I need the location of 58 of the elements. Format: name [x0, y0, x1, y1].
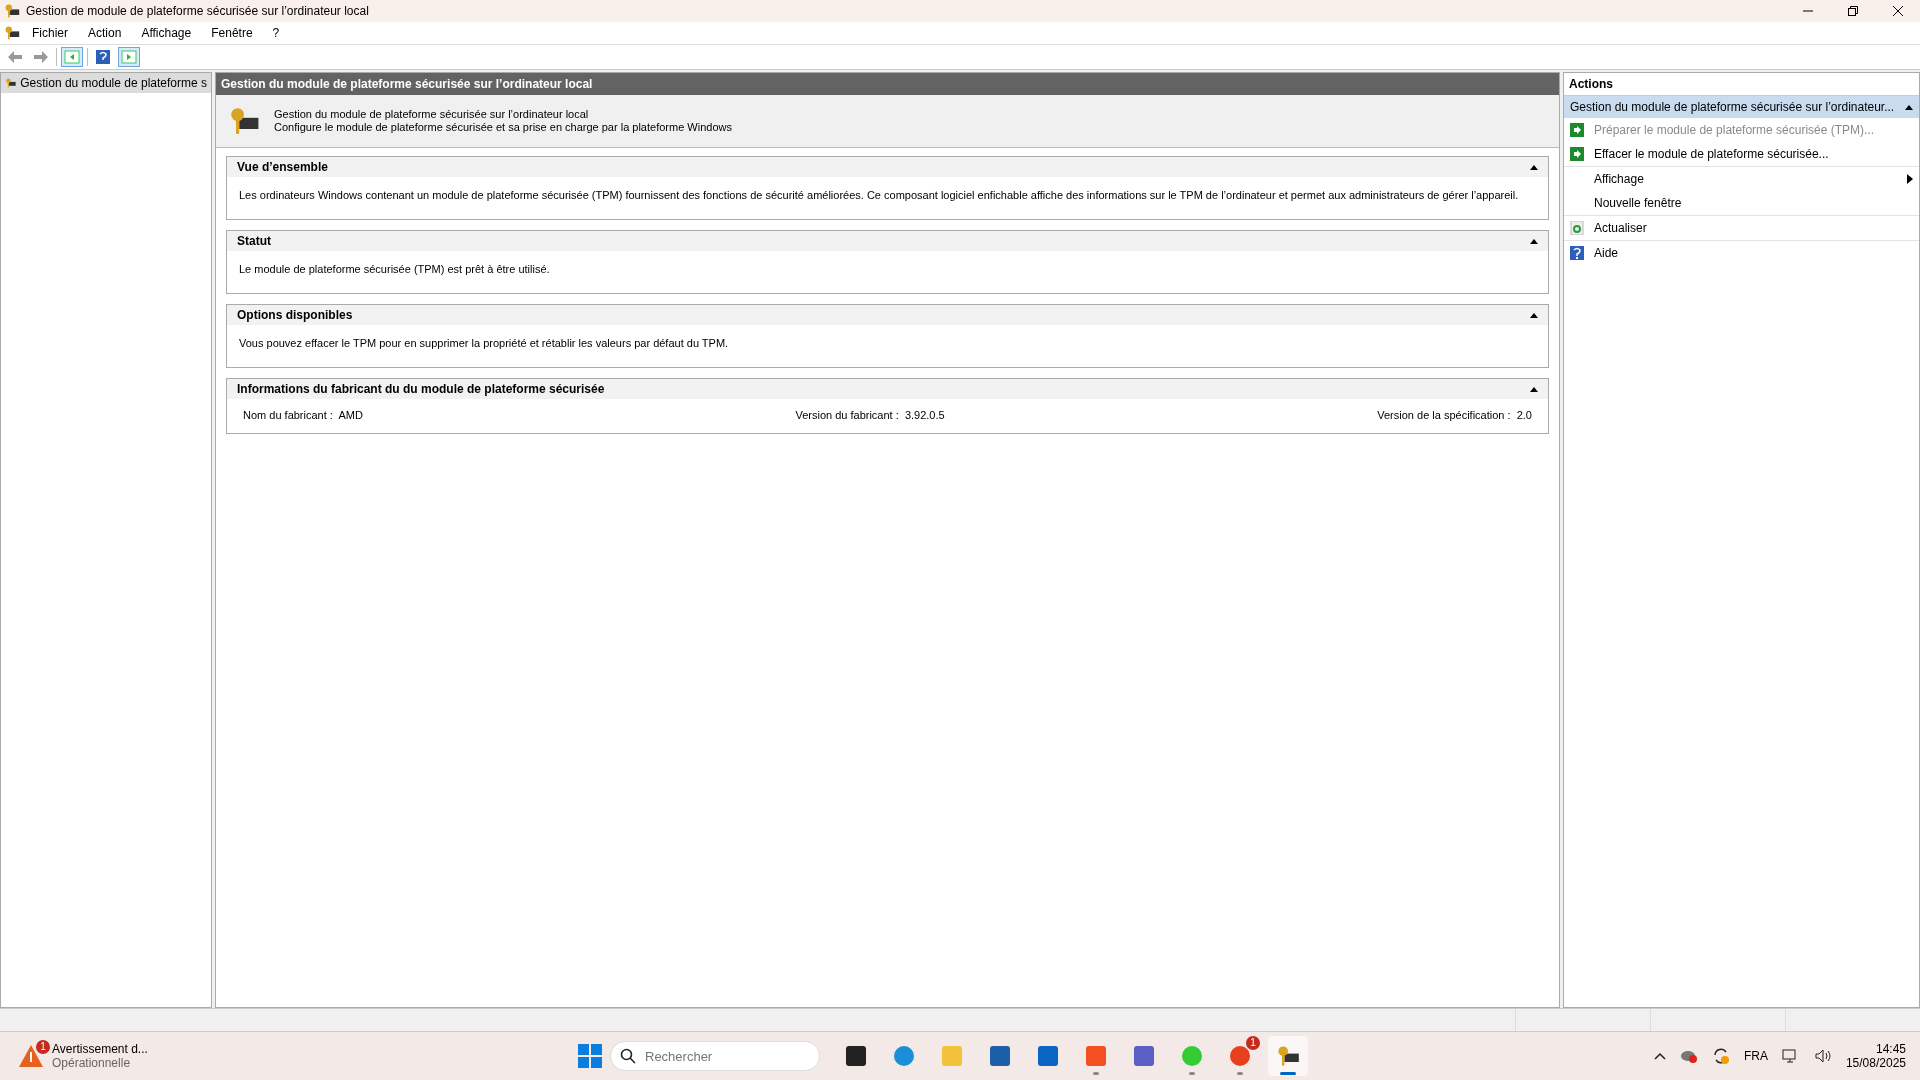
menu-item[interactable]: Fenêtre [203, 24, 261, 42]
running-indicator [1189, 1072, 1195, 1075]
section-title: Informations du fabricant du du module de plateforme sécurisée [237, 382, 605, 396]
action-link[interactable]: Effacer le module de plateforme sécurisée... [1564, 142, 1919, 166]
submenu-arrow-icon [1907, 174, 1913, 184]
section-text: Le module de plateforme sécurisée (TPM) est prêt à être utilisé. [238, 262, 551, 277]
intro-subtitle: Configure le module de plateforme sécurisée et sa prise en charge par la plateforme Windows [274, 121, 732, 134]
menu-item[interactable]: Fichier [24, 24, 76, 42]
taskbar-app-button[interactable] [1268, 1036, 1308, 1076]
clock-date: 15/08/2025 [1845, 1056, 1906, 1070]
help-icon [1570, 246, 1584, 260]
actions-group-header[interactable]: Gestion du module de plateforme sécurisée sur l’ordinateur... [1564, 96, 1919, 118]
field-text: Nom du fabricant : AMD [243, 409, 363, 421]
section-title: Vue d’ensemble [237, 160, 328, 174]
collapse-icon[interactable] [1530, 386, 1538, 392]
notification-title: Avertissement d... [52, 1042, 148, 1056]
action-link[interactable]: Actualiser [1564, 215, 1919, 240]
menu-item[interactable]: Affichage [133, 24, 200, 42]
windows-logo-icon[interactable] [578, 1044, 602, 1068]
clock-time: 14:45 [1875, 1042, 1906, 1056]
sync-icon[interactable] [1711, 1047, 1730, 1065]
action-link[interactable]: Nouvelle fenêtre [1564, 191, 1919, 215]
speaker-icon[interactable] [1813, 1048, 1832, 1064]
running-indicator [1093, 1072, 1099, 1075]
field-text: Version de la spécification : 2.0 [1377, 409, 1532, 421]
menu-item[interactable]: ? [264, 24, 288, 42]
section-title: Statut [237, 234, 271, 248]
app-badge: 1 [1246, 1036, 1260, 1050]
section-text: Vous pouvez effacer le TPM pour en supprimer la propriété et rétablir les valeurs par défaut du TPM. [238, 336, 730, 351]
intro-title: Gestion du module de plateforme sécurisée sur l’ordinateur local [274, 108, 590, 121]
key-chip-icon [1276, 1044, 1300, 1068]
action-link[interactable]: Aide [1564, 240, 1919, 265]
close-icon [1892, 6, 1903, 16]
restore-icon [1847, 6, 1858, 16]
field-text: Version du fabricant : 3.92.0.5 [795, 409, 945, 421]
running-indicator [1280, 1072, 1296, 1075]
taskbar-app-button[interactable]: 1 [1220, 1036, 1260, 1076]
running-indicator [1237, 1072, 1243, 1075]
collapse-icon[interactable] [1905, 104, 1913, 110]
key-chip-icon [4, 25, 20, 41]
key-chip-icon [228, 105, 260, 137]
tree-item[interactable]: Gestion du module de plateforme s [1, 73, 211, 93]
language-indicator[interactable]: FRA [1743, 1049, 1768, 1063]
notification-badge: 1 [36, 1040, 50, 1054]
section-title: Options disponibles [237, 308, 353, 322]
chevron-up-icon[interactable] [1653, 1052, 1666, 1060]
collapse-icon[interactable] [1530, 312, 1538, 318]
action-link[interactable]: Affichage [1564, 166, 1919, 191]
search-field[interactable]: Rechercher [610, 1041, 820, 1071]
collapse-icon[interactable] [1530, 238, 1538, 244]
section-text: Les ordinateurs Windows contenant un module de plateforme sécurisée (TPM) fournissent des fonctions de sécurité améliorées. Ce composant logiciel enfichable affiche des informations sur le TPM de l’ordinateur et permet aux administrateurs de gérer l’appareil. [238, 188, 1520, 203]
notification-subtitle: Opérationnelle [52, 1056, 132, 1070]
menu-item[interactable]: Action [80, 24, 130, 42]
cloud-error-icon[interactable] [1679, 1048, 1698, 1064]
collapse-icon[interactable] [1530, 164, 1538, 170]
key-chip-icon [4, 3, 20, 19]
window-title: Gestion de module de plateforme sécurisée sur l’ordinateur local [26, 4, 370, 18]
pane-header: Gestion du module de plateforme sécurisée sur l’ordinateur local [216, 73, 1559, 95]
